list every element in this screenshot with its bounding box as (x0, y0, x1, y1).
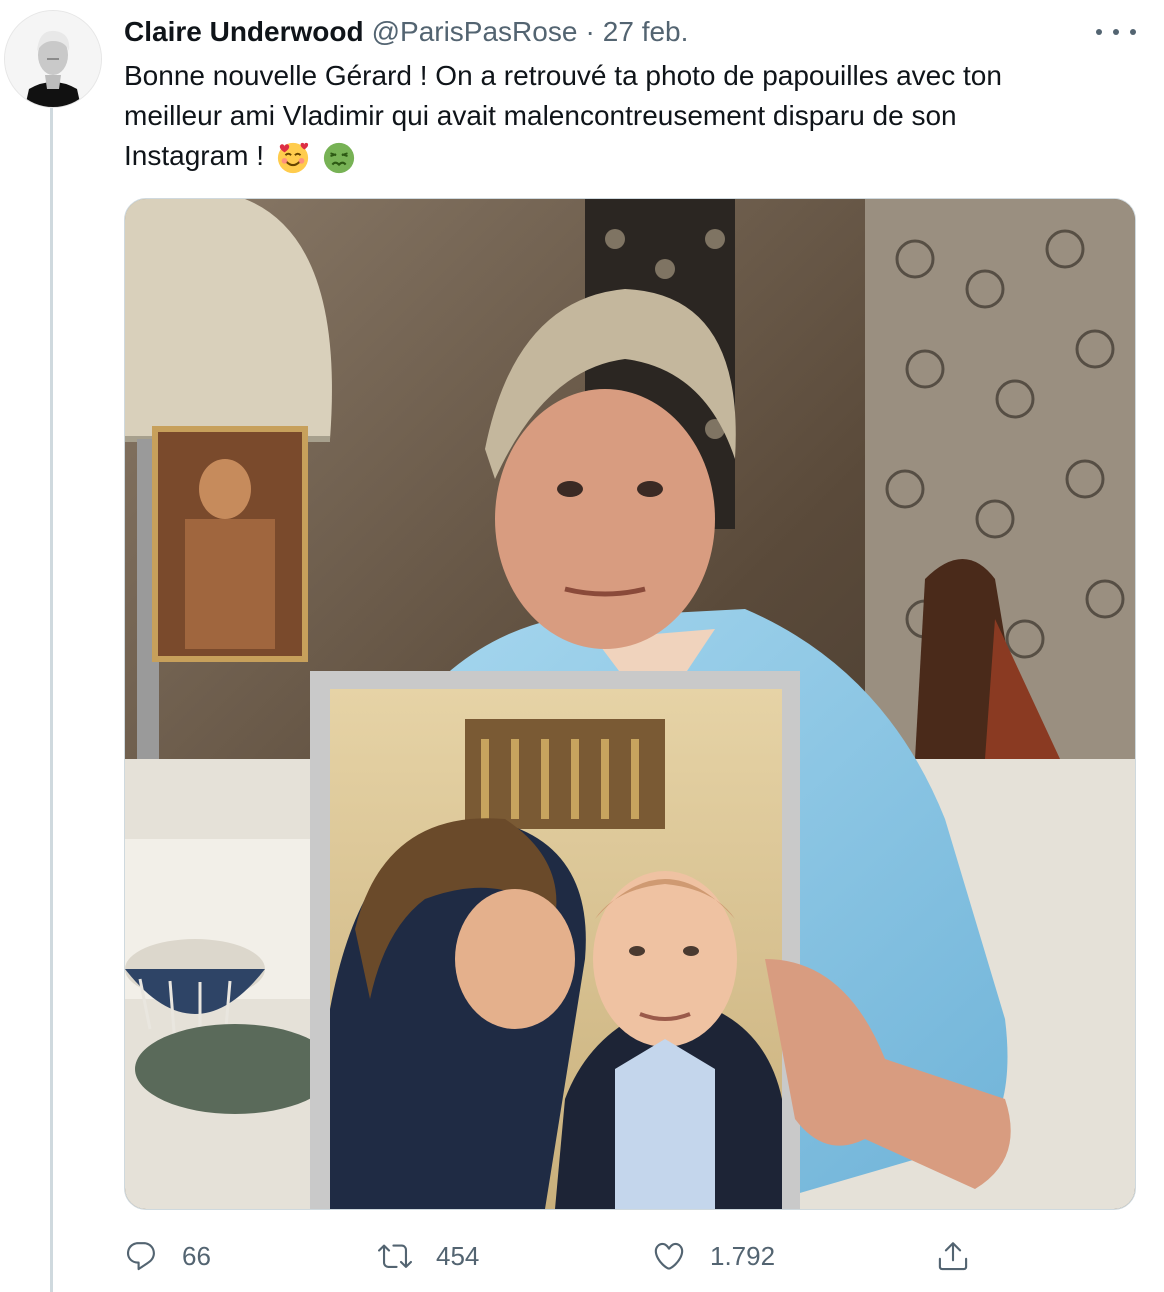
more-dot-icon (1113, 29, 1119, 35)
tweet-text: Bonne nouvelle Gérard ! On a retrouvé ta… (124, 56, 1124, 176)
nauseated-face-icon (323, 142, 354, 173)
retweet-count: 454 (436, 1240, 480, 1271)
tweet-text-line: Bonne nouvelle Gérard ! On a retrouvé ta… (124, 60, 1002, 91)
more-dot-icon (1096, 29, 1102, 35)
author-name[interactable]: Claire Underwood (124, 16, 364, 48)
share-icon (938, 1242, 968, 1271)
tweet-photo[interactable] (124, 198, 1136, 1210)
photo-illustration (125, 199, 1135, 1209)
tweet-date[interactable]: 27 feb. (603, 16, 689, 48)
tweet-text-line: meilleur ami Vladimir qui avait malencon… (124, 100, 957, 131)
like-count: 1.792 (710, 1240, 776, 1271)
retweet-button[interactable]: 454 (378, 1232, 479, 1280)
thread-line (50, 108, 53, 1292)
more-dot-icon (1130, 29, 1136, 35)
like-button[interactable]: 1.792 (652, 1232, 775, 1280)
avatar[interactable] (4, 10, 102, 108)
tweet-header: Claire Underwood @ParisPasRose · 27 feb. (124, 14, 688, 50)
retweet-icon (378, 1244, 412, 1268)
like-icon (654, 1242, 684, 1270)
separator-dot: · (585, 16, 595, 47)
reply-button[interactable]: 66 (124, 1232, 211, 1280)
tweet-text-line: Instagram ! (124, 136, 1124, 176)
smiling-face-with-hearts-icon (277, 142, 308, 173)
reply-count: 66 (182, 1240, 211, 1271)
reply-icon (126, 1242, 155, 1271)
avatar-portrait (5, 11, 101, 107)
author-handle[interactable]: @ParisPasRose (372, 16, 578, 48)
action-bar: 66 454 1.792 (124, 1232, 1004, 1280)
more-options-button[interactable] (1096, 18, 1136, 46)
share-button[interactable] (936, 1232, 970, 1280)
tweet-text-last: Instagram ! (124, 140, 265, 171)
